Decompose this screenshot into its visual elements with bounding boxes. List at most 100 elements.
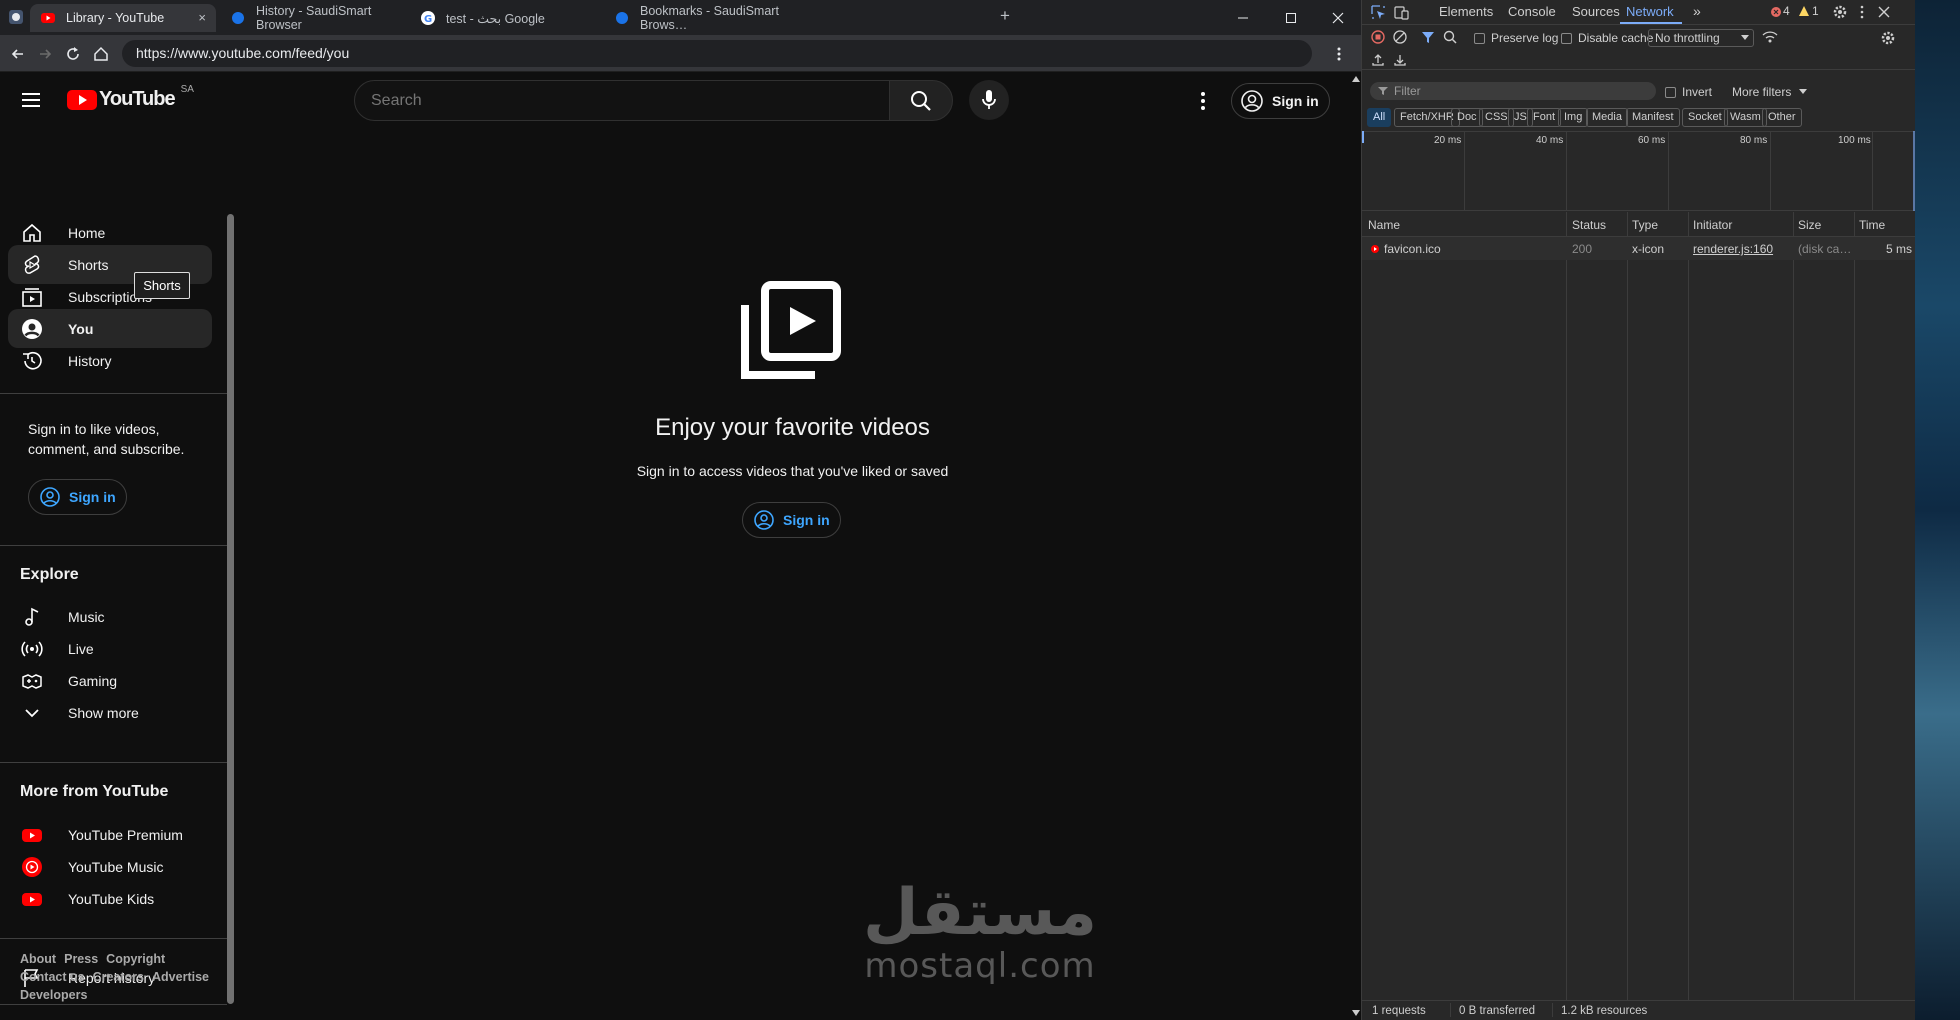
sidebar-item-history[interactable]: History: [8, 341, 212, 380]
disable-cache-label: Disable cache: [1578, 31, 1654, 45]
tab-close-icon[interactable]: ×: [198, 10, 206, 25]
network-status-bar: 1 requests 0 B transferred 1.2 kB resour…: [1362, 1000, 1916, 1020]
type-filter-other[interactable]: Other: [1762, 108, 1802, 127]
devtools-tab-console[interactable]: Console: [1508, 4, 1556, 19]
warning-icon[interactable]: [1798, 5, 1810, 17]
type-filter-doc[interactable]: Doc: [1451, 108, 1483, 127]
clear-icon[interactable]: [1393, 30, 1407, 44]
type-filter-img[interactable]: Img: [1558, 108, 1589, 127]
column-header-initiator[interactable]: Initiator: [1693, 218, 1732, 232]
tab-bookmarks[interactable]: Bookmarks - SaudiSmart Brows…: [604, 4, 804, 32]
sidebar-item-label: Gaming: [68, 672, 118, 689]
search-input[interactable]: [354, 80, 890, 121]
voice-search-button[interactable]: [969, 80, 1009, 120]
sidebar-divider: [0, 938, 227, 939]
more-tabs-chevron-icon[interactable]: »: [1693, 3, 1701, 19]
checkbox[interactable]: [1665, 87, 1676, 99]
footer-link[interactable]: Creators: [93, 970, 144, 984]
devtools-tab-elements[interactable]: Elements: [1439, 4, 1493, 19]
reload-icon[interactable]: [64, 45, 82, 63]
type-filter-fetch-xhr[interactable]: Fetch/XHR: [1394, 108, 1460, 127]
maximize-icon[interactable]: [1283, 10, 1303, 26]
column-header-status[interactable]: Status: [1572, 218, 1606, 232]
address-bar: https://www.youtube.com/feed/you: [0, 35, 1361, 72]
footer-link[interactable]: Contact us: [20, 970, 85, 984]
sidebar-scrollbar[interactable]: [227, 214, 234, 1004]
column-header-name[interactable]: Name: [1368, 218, 1400, 232]
search-button[interactable]: [889, 80, 953, 121]
close-devtools-icon[interactable]: [1877, 5, 1891, 19]
sidebar-sign-in-button[interactable]: Sign in: [28, 479, 127, 515]
column-header-size[interactable]: Size: [1798, 218, 1821, 232]
timeline-gridline: [1566, 131, 1567, 211]
devtools-tab-network[interactable]: Network: [1626, 4, 1674, 19]
forward-arrow-icon[interactable]: [36, 45, 54, 63]
back-arrow-icon[interactable]: [9, 45, 27, 63]
home-icon[interactable]: [92, 45, 110, 63]
more-filters-button[interactable]: More filters: [1732, 85, 1808, 99]
inspect-element-icon[interactable]: [1371, 5, 1386, 20]
hamburger-menu-icon[interactable]: [20, 90, 44, 110]
device-toolbar-icon[interactable]: [1394, 5, 1409, 20]
type-filter-all[interactable]: All: [1367, 108, 1392, 127]
tab-library-youtube[interactable]: Library - YouTube ×: [30, 4, 216, 32]
table-row[interactable]: favicon.ico 200 x-icon renderer.js:160 (…: [1362, 237, 1916, 260]
scroll-down-arrow-icon[interactable]: [1352, 1010, 1360, 1016]
footer-link[interactable]: Advertise: [152, 970, 209, 984]
search-icon[interactable]: [1443, 30, 1457, 44]
checkbox[interactable]: [1474, 33, 1485, 45]
network-conditions-icon[interactable]: [1762, 30, 1778, 44]
type-filter-media[interactable]: Media: [1586, 108, 1628, 127]
record-stop-icon[interactable]: [1371, 30, 1385, 44]
filter-icon[interactable]: [1421, 30, 1435, 44]
request-initiator-link[interactable]: renderer.js:160: [1693, 242, 1773, 256]
preserve-log-checkbox[interactable]: Preserve log: [1474, 31, 1558, 45]
disable-cache-checkbox[interactable]: Disable cache: [1561, 31, 1653, 45]
close-window-icon[interactable]: [1330, 10, 1350, 26]
type-filter-font[interactable]: Font: [1527, 108, 1562, 127]
youtube-logo-text: YouTube: [99, 88, 176, 110]
throttling-select[interactable]: No throttling: [1648, 29, 1754, 47]
sidebar-item-label: History: [68, 352, 112, 369]
devtools-tab-sources[interactable]: Sources: [1572, 4, 1620, 19]
footer-link[interactable]: Developers: [20, 988, 87, 1002]
footer-link[interactable]: Copyright: [106, 952, 165, 966]
tab-google-search[interactable]: G test - بحث Google: [410, 4, 596, 32]
footer-link[interactable]: About: [20, 952, 56, 966]
browser-tab-bar: Library - YouTube × History - SaudiSmart…: [0, 0, 1361, 35]
sidebar-item-youtube-kids[interactable]: YouTube Kids: [8, 879, 212, 918]
chevron-down-icon: [1799, 89, 1808, 94]
column-header-type[interactable]: Type: [1632, 218, 1658, 232]
new-tab-button[interactable]: +: [1000, 6, 1010, 26]
page-scrollbar[interactable]: [1351, 72, 1361, 1020]
filter-input[interactable]: Filter: [1370, 82, 1656, 100]
error-icon[interactable]: [1770, 6, 1782, 18]
tab-history[interactable]: History - SaudiSmart Browser: [220, 4, 406, 32]
youtube-logo[interactable]: YouTube SA: [67, 84, 194, 111]
more-vert-icon[interactable]: [1856, 4, 1868, 20]
timeline-range-handle[interactable]: [1362, 131, 1364, 143]
network-settings-icon[interactable]: [1880, 30, 1896, 46]
settings-more-icon[interactable]: [1193, 90, 1213, 112]
export-har-icon[interactable]: [1393, 53, 1407, 67]
settings-gear-icon[interactable]: [1832, 4, 1848, 20]
column-header-time[interactable]: Time: [1859, 218, 1885, 232]
checkbox[interactable]: [1561, 33, 1572, 45]
search-icon: [911, 91, 931, 111]
type-filter-wasm[interactable]: Wasm: [1724, 108, 1767, 127]
type-filter-socket[interactable]: Socket: [1682, 108, 1728, 127]
more-vert-icon[interactable]: [1330, 45, 1348, 63]
import-har-icon[interactable]: [1371, 53, 1385, 67]
browser-menu-icon[interactable]: [8, 9, 24, 25]
main-sign-in-button[interactable]: Sign in: [742, 502, 841, 538]
url-input[interactable]: https://www.youtube.com/feed/you: [122, 40, 1312, 67]
type-filter-manifest[interactable]: Manifest: [1626, 108, 1680, 127]
footer-link[interactable]: Press: [64, 952, 98, 966]
desktop-wallpaper: [1915, 0, 1960, 1020]
sign-in-button[interactable]: Sign in: [1231, 83, 1330, 119]
scroll-up-arrow-icon[interactable]: [1352, 76, 1360, 82]
invert-checkbox[interactable]: Invert: [1665, 85, 1712, 99]
more-from-youtube-heading: More from YouTube: [20, 783, 169, 800]
sidebar-item-show-more[interactable]: Show more: [8, 693, 212, 732]
minimize-icon[interactable]: [1235, 10, 1255, 26]
